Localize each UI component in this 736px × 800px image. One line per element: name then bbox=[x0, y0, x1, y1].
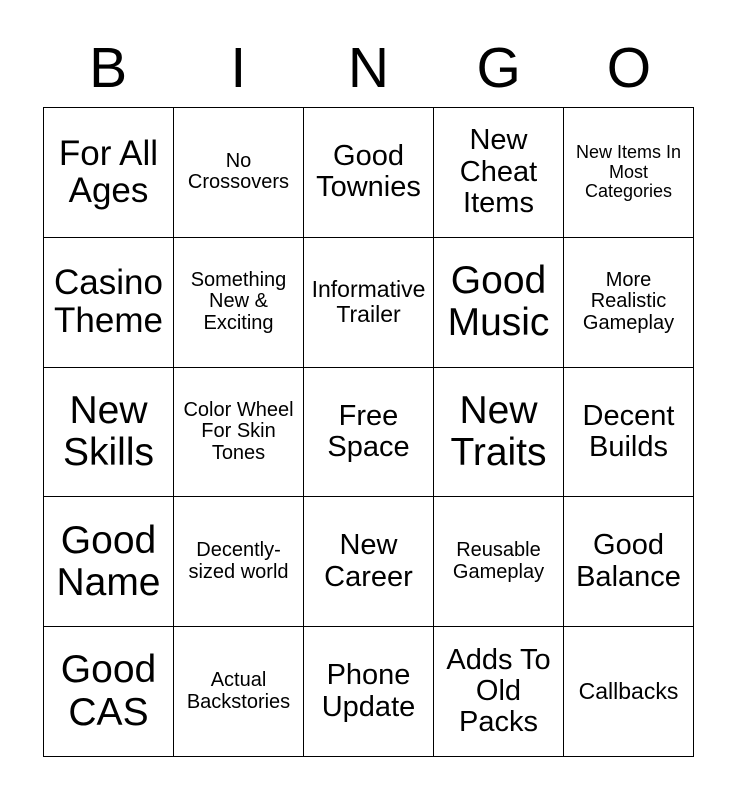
bingo-cell[interactable]: Good Townies bbox=[304, 108, 434, 238]
bingo-cell-label: New Traits bbox=[450, 388, 547, 474]
bingo-cell[interactable]: Good Music bbox=[434, 237, 564, 368]
bingo-cell-label: New Career bbox=[324, 529, 413, 593]
bingo-header-letter-g: G bbox=[476, 36, 521, 100]
bingo-row: New Skills Color Wheel For Skin Tones Fr… bbox=[44, 367, 694, 498]
bingo-cell[interactable]: Callbacks bbox=[564, 627, 694, 757]
bingo-cell[interactable]: Adds To Old Packs bbox=[434, 627, 564, 757]
bingo-cell[interactable]: Good Balance bbox=[564, 497, 694, 628]
bingo-header-letter-b: B bbox=[89, 36, 128, 100]
bingo-cell-label: Good Name bbox=[56, 518, 161, 604]
bingo-header-letter-n: N bbox=[347, 36, 390, 100]
bingo-header-letter-o: O bbox=[606, 36, 652, 100]
bingo-cell-label: New Cheat Items bbox=[459, 124, 538, 220]
bingo-cell-label: No Crossovers bbox=[187, 149, 290, 194]
bingo-cell[interactable]: Casino Theme bbox=[44, 237, 174, 368]
bingo-row: Good Name Decently-sized world New Caree… bbox=[44, 497, 694, 628]
bingo-cell-free-space[interactable]: Free Space bbox=[304, 367, 434, 498]
bingo-cell-label: Good Balance bbox=[576, 529, 681, 593]
bingo-cell-label: Good Townies bbox=[316, 140, 421, 204]
bingo-cell-label: Informative Trailer bbox=[311, 276, 426, 328]
bingo-cell-label: Good Music bbox=[447, 259, 550, 345]
bingo-cell-label: Decent Builds bbox=[582, 399, 675, 463]
bingo-cell[interactable]: Phone Update bbox=[304, 627, 434, 757]
bingo-cell[interactable]: Decent Builds bbox=[564, 367, 694, 498]
bingo-cell-label: Casino Theme bbox=[54, 263, 163, 341]
bingo-row: Casino Theme Something New & Exciting In… bbox=[44, 237, 694, 368]
bingo-grid: For All Ages No Crossovers Good Townies … bbox=[43, 107, 694, 757]
bingo-cell-label: Free Space bbox=[327, 399, 410, 463]
bingo-cell[interactable]: Good Name bbox=[44, 497, 174, 628]
bingo-cell[interactable]: Informative Trailer bbox=[304, 237, 434, 368]
bingo-cell[interactable]: New Cheat Items bbox=[434, 108, 564, 238]
bingo-cell[interactable]: No Crossovers bbox=[174, 108, 304, 238]
bingo-cell[interactable]: For All Ages bbox=[44, 108, 174, 238]
bingo-cell-label: Reusable Gameplay bbox=[452, 539, 545, 583]
bingo-cell[interactable]: New Traits bbox=[434, 367, 564, 498]
bingo-cell-label: Adds To Old Packs bbox=[446, 643, 551, 739]
bingo-cell-label: More Realistic Gameplay bbox=[582, 268, 675, 334]
bingo-cell[interactable]: New Skills bbox=[44, 367, 174, 498]
bingo-cell[interactable]: More Realistic Gameplay bbox=[564, 237, 694, 368]
bingo-cell-label: Decently-sized world bbox=[188, 539, 289, 583]
bingo-cell-label: For All Ages bbox=[58, 133, 159, 211]
bingo-card: B I N G O For All Ages No Crossovers Goo… bbox=[0, 0, 736, 800]
bingo-row: For All Ages No Crossovers Good Townies … bbox=[44, 108, 694, 238]
bingo-cell-label: Callbacks bbox=[578, 678, 679, 705]
bingo-row: Good CAS Actual Backstories Phone Update… bbox=[44, 627, 694, 757]
bingo-cell[interactable]: Reusable Gameplay bbox=[434, 497, 564, 628]
bingo-cell[interactable]: Decently-sized world bbox=[174, 497, 304, 628]
bingo-cell-label: Something New & Exciting bbox=[190, 268, 287, 334]
bingo-cell-label: Color Wheel For Skin Tones bbox=[183, 398, 294, 464]
bingo-cell[interactable]: New Career bbox=[304, 497, 434, 628]
bingo-cell-label: Good CAS bbox=[60, 648, 157, 734]
bingo-header-row: B I N G O bbox=[43, 30, 694, 107]
bingo-header-letter-i: I bbox=[230, 36, 247, 100]
bingo-cell-label: Phone Update bbox=[321, 659, 416, 723]
bingo-cell-label: Actual Backstories bbox=[186, 668, 291, 713]
bingo-cell[interactable]: Actual Backstories bbox=[174, 627, 304, 757]
bingo-cell[interactable]: New Items In Most Categories bbox=[564, 108, 694, 238]
bingo-cell-label: New Skills bbox=[62, 388, 154, 474]
bingo-cell[interactable]: Good CAS bbox=[44, 627, 174, 757]
bingo-cell-label: New Items In Most Categories bbox=[575, 142, 682, 202]
bingo-cell[interactable]: Something New & Exciting bbox=[174, 237, 304, 368]
bingo-cell[interactable]: Color Wheel For Skin Tones bbox=[174, 367, 304, 498]
